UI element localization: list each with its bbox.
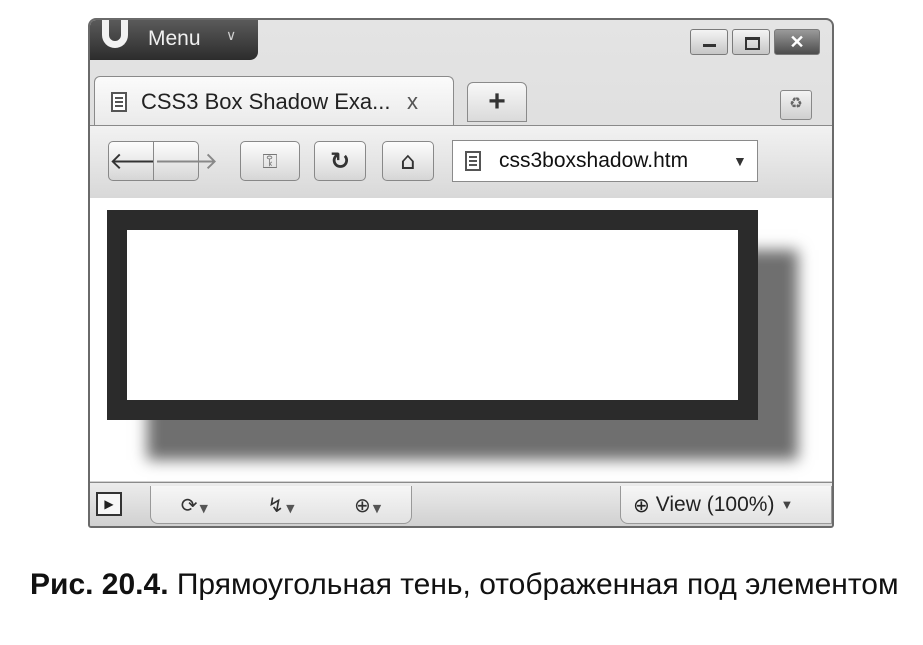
reload-button[interactable]: ↻	[314, 141, 366, 181]
turbo-icon[interactable]: ↯ ▼	[267, 493, 294, 517]
unite-icon[interactable]: ⊕ ▼	[354, 493, 381, 517]
forward-button[interactable]: 🡒	[153, 141, 218, 181]
tab-close-button[interactable]: x	[407, 89, 418, 115]
menu-label: Menu	[148, 27, 201, 50]
sync-icon[interactable]: ⟳ ▼	[181, 493, 208, 517]
home-button[interactable]: ⌂	[382, 141, 434, 181]
status-tools: ⟳ ▼ ↯ ▼ ⊕ ▼	[150, 486, 412, 524]
figure-caption-text: Прямоугольная тень, отображенная под эле…	[168, 568, 899, 601]
figure-caption: Рис. 20.4. Прямоугольная тень, отображен…	[30, 568, 899, 602]
trash-icon[interactable]: ♻	[780, 90, 812, 120]
wand-button[interactable]: ⚿	[240, 141, 300, 181]
reload-icon: ↻	[329, 147, 351, 175]
page-icon	[465, 151, 481, 171]
forward-icon: 🡒	[154, 147, 219, 175]
back-button[interactable]: 🡐	[108, 141, 173, 181]
home-icon: ⌂	[400, 147, 416, 175]
chevron-down-icon: ∨	[226, 27, 237, 43]
page-icon	[111, 91, 127, 112]
key-icon: ⚿	[262, 149, 278, 173]
window-controls: ✕	[686, 29, 820, 55]
zoom-control[interactable]: ⊕ View (100%) ▼	[620, 486, 832, 524]
chevron-down-icon: ▼	[780, 497, 794, 512]
new-tab-button[interactable]: +	[467, 82, 527, 122]
browser-window: Menu ∨ ✕ CSS3 Box Shadow Exa... x + ♻ 🡐 …	[88, 18, 834, 528]
menu-button[interactable]: Menu ∨	[90, 20, 258, 60]
panel-toggle-button[interactable]: ▶	[96, 492, 122, 516]
navigation-toolbar: 🡐 🡒 ⚿ ↻ ⌂ css3boxshadow.htm ▼	[90, 125, 832, 199]
address-bar[interactable]: css3boxshadow.htm ▼	[452, 140, 758, 182]
tab-active[interactable]: CSS3 Box Shadow Exa... x	[94, 76, 454, 126]
status-bar: ▶ ⟳ ▼ ↯ ▼ ⊕ ▼ ⊕ View (100%) ▼	[90, 482, 832, 526]
opera-logo-icon	[102, 20, 128, 48]
zoom-label: View (100%)	[655, 492, 775, 516]
minimize-button[interactable]	[690, 29, 728, 55]
shadowed-box	[107, 210, 758, 420]
figure-number: Рис. 20.4.	[30, 568, 169, 601]
chevron-down-icon[interactable]: ▼	[733, 153, 747, 169]
tab-title: CSS3 Box Shadow Exa...	[141, 88, 391, 114]
page-viewport	[90, 198, 832, 481]
close-button[interactable]: ✕	[774, 29, 820, 55]
address-input[interactable]: css3boxshadow.htm	[499, 149, 739, 173]
maximize-button[interactable]	[732, 29, 770, 55]
zoom-icon: ⊕	[633, 492, 650, 517]
